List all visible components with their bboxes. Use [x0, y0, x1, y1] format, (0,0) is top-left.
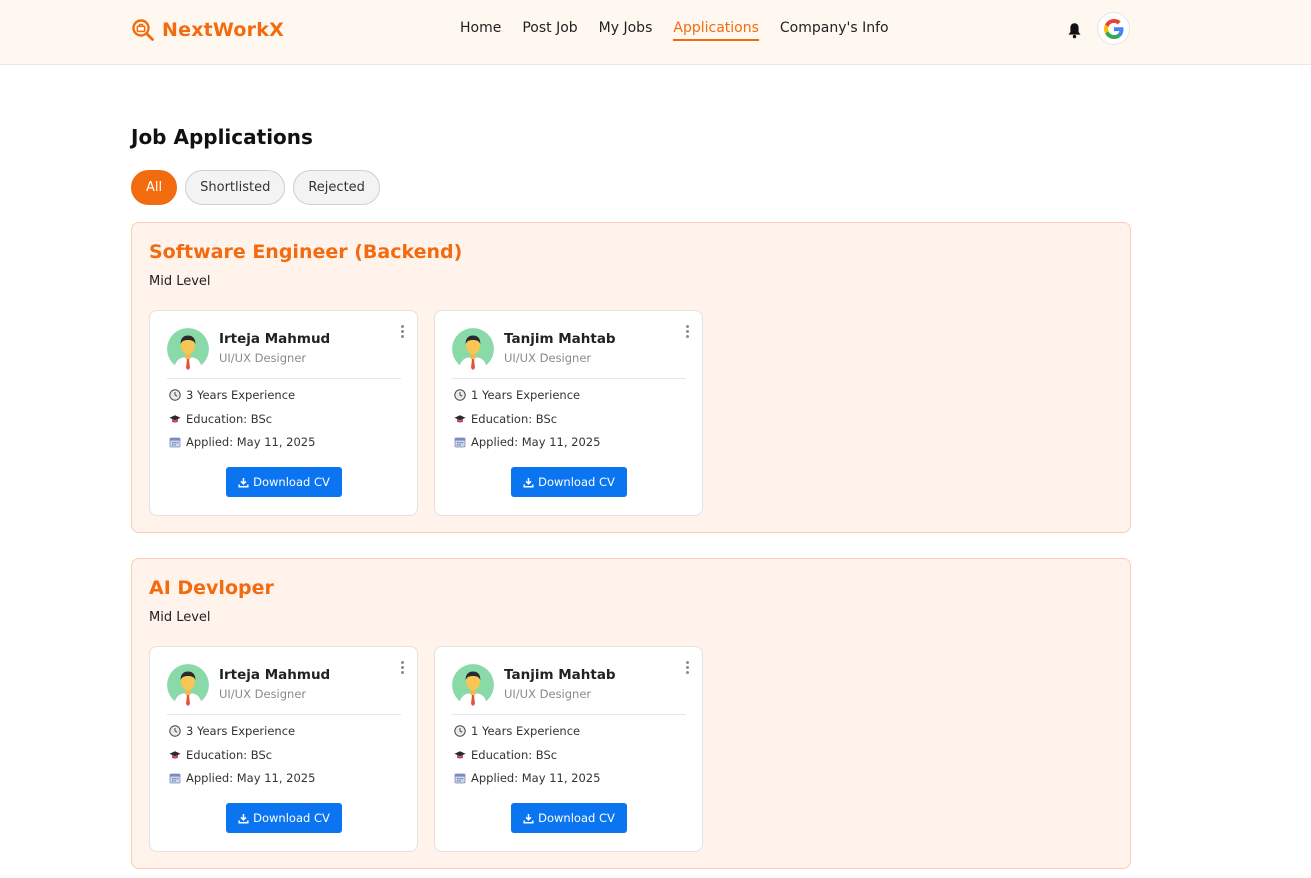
applied-text: Applied: May 11, 2025: [471, 435, 601, 449]
experience-row: 1 Years Experience: [454, 724, 580, 738]
download-cv-button[interactable]: Download CV: [226, 803, 342, 833]
applied-row: Applied: May 11, 2025: [169, 771, 315, 785]
applicant-name: Tanjim Mahtab: [504, 667, 616, 683]
avatar: [452, 328, 494, 370]
applied-text: Applied: May 11, 2025: [186, 435, 316, 449]
clock-icon: [454, 725, 466, 737]
divider: [452, 378, 686, 379]
avatar: [167, 328, 209, 370]
calendar-icon: [169, 772, 181, 784]
education-text: Education: BSc: [186, 748, 273, 762]
job-title[interactable]: AI Devloper: [149, 577, 274, 599]
applicant-name: Irteja Mahmud: [219, 667, 331, 683]
job-section: Software Engineer (Backend) Mid Level Ir…: [131, 222, 1131, 533]
education-row: Education: BSc: [169, 412, 272, 426]
experience-row: 3 Years Experience: [169, 388, 295, 402]
main-nav: Home Post Job My Jobs Applications Compa…: [460, 20, 910, 41]
applicant-card: Tanjim Mahtab UI/UX Designer 1 Years Exp…: [434, 646, 703, 852]
applied-text: Applied: May 11, 2025: [186, 771, 316, 785]
applicant-name: Irteja Mahmud: [219, 331, 331, 347]
applicant-role: UI/UX Designer: [504, 687, 592, 701]
experience-text: 1 Years Experience: [471, 724, 581, 738]
top-navbar: NextWorkX Home Post Job My Jobs Applicat…: [0, 0, 1311, 65]
applied-text: Applied: May 11, 2025: [471, 771, 601, 785]
download-cv-label: Download CV: [253, 475, 330, 489]
download-icon: [238, 813, 249, 824]
download-icon: [523, 477, 534, 488]
education-text: Education: BSc: [471, 412, 558, 426]
download-icon: [523, 813, 534, 824]
brand-name: NextWorkX: [162, 19, 284, 41]
clock-icon: [169, 725, 181, 737]
job-section: AI Devloper Mid Level Irteja Mahmud UI/U…: [131, 558, 1131, 869]
avatar: [167, 664, 209, 706]
download-cv-button[interactable]: Download CV: [226, 467, 342, 497]
education-row: Education: BSc: [454, 412, 557, 426]
download-cv-button[interactable]: Download CV: [511, 467, 627, 497]
experience-text: 3 Years Experience: [186, 724, 296, 738]
job-level: Mid Level: [149, 610, 211, 625]
graduation-cap-icon: [169, 413, 181, 425]
nav-my-jobs[interactable]: My Jobs: [599, 20, 653, 41]
filter-chips: All Shortlisted Rejected: [131, 170, 388, 205]
education-row: Education: BSc: [454, 748, 557, 762]
download-icon: [238, 477, 249, 488]
graduation-cap-icon: [454, 413, 466, 425]
google-logo-icon: [1103, 18, 1123, 39]
nav-company-info[interactable]: Company's Info: [780, 20, 889, 41]
divider: [452, 714, 686, 715]
filter-shortlisted[interactable]: Shortlisted: [185, 170, 286, 205]
graduation-cap-icon: [454, 749, 466, 761]
applicant-role: UI/UX Designer: [219, 687, 307, 701]
search-briefcase-icon: [132, 19, 154, 41]
google-avatar-icon[interactable]: [1097, 12, 1130, 45]
graduation-cap-icon: [169, 749, 181, 761]
download-cv-label: Download CV: [253, 811, 330, 825]
divider: [167, 714, 401, 715]
experience-row: 1 Years Experience: [454, 388, 580, 402]
filter-rejected[interactable]: Rejected: [293, 170, 380, 205]
applicant-role: UI/UX Designer: [219, 351, 307, 365]
experience-text: 1 Years Experience: [471, 388, 581, 402]
filter-all[interactable]: All: [131, 170, 178, 205]
nav-home[interactable]: Home: [460, 20, 501, 41]
job-title[interactable]: Software Engineer (Backend): [149, 241, 462, 263]
avatar: [452, 664, 494, 706]
applied-row: Applied: May 11, 2025: [454, 435, 600, 449]
page-title: Job Applications: [131, 125, 313, 149]
divider: [167, 378, 401, 379]
applicant-name: Tanjim Mahtab: [504, 331, 616, 347]
applicant-card: Tanjim Mahtab UI/UX Designer 1 Years Exp…: [434, 310, 703, 516]
bell-icon[interactable]: [1067, 22, 1082, 39]
download-cv-label: Download CV: [538, 811, 615, 825]
calendar-icon: [454, 772, 466, 784]
education-text: Education: BSc: [186, 412, 273, 426]
download-cv-button[interactable]: Download CV: [511, 803, 627, 833]
job-level: Mid Level: [149, 274, 211, 289]
applicant-card: Irteja Mahmud UI/UX Designer 3 Years Exp…: [149, 310, 418, 516]
clock-icon: [169, 389, 181, 401]
education-row: Education: BSc: [169, 748, 272, 762]
experience-row: 3 Years Experience: [169, 724, 295, 738]
education-text: Education: BSc: [471, 748, 558, 762]
applicant-role: UI/UX Designer: [504, 351, 592, 365]
applicant-card: Irteja Mahmud UI/UX Designer 3 Years Exp…: [149, 646, 418, 852]
applied-row: Applied: May 11, 2025: [169, 435, 315, 449]
nav-applications[interactable]: Applications: [673, 20, 759, 41]
nav-post-job[interactable]: Post Job: [522, 20, 577, 41]
more-options-icon[interactable]: [399, 660, 405, 676]
more-options-icon[interactable]: [684, 324, 690, 340]
applied-row: Applied: May 11, 2025: [454, 771, 600, 785]
brand-logo[interactable]: NextWorkX: [131, 18, 284, 42]
experience-text: 3 Years Experience: [186, 388, 296, 402]
calendar-icon: [454, 436, 466, 448]
download-cv-label: Download CV: [538, 475, 615, 489]
more-options-icon[interactable]: [399, 324, 405, 340]
more-options-icon[interactable]: [684, 660, 690, 676]
calendar-icon: [169, 436, 181, 448]
clock-icon: [454, 389, 466, 401]
